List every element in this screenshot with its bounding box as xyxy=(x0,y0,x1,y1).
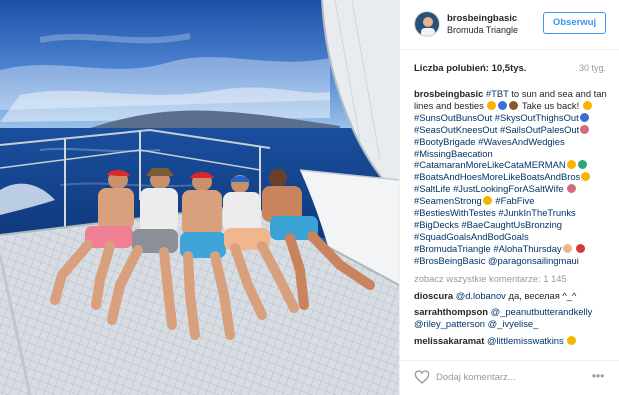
author-username[interactable]: brosbeingbasic xyxy=(447,13,517,24)
hashtag-link[interactable]: #SeamenStrong xyxy=(414,195,482,206)
heart-icon[interactable] xyxy=(414,369,430,385)
mention-link[interactable]: @_peanutbutterandkelly xyxy=(491,306,593,317)
comments-list[interactable]: brosbeingbasic #TBT to sun and sea and t… xyxy=(414,88,608,354)
hashtag-link[interactable]: #SaltLife xyxy=(414,183,450,194)
comment-author[interactable]: melissakaramat xyxy=(414,335,484,346)
emoji-icon xyxy=(567,184,577,194)
post-location[interactable]: Bromuda Triangle xyxy=(447,25,518,35)
hashtag-link[interactable]: #SeasOutKneesOut xyxy=(414,124,497,135)
emoji-icon xyxy=(562,243,572,253)
emoji-icon xyxy=(576,243,586,253)
mention-link[interactable]: @paragonsailingmaui xyxy=(488,255,579,266)
comment-author[interactable]: dioscura xyxy=(414,290,453,301)
emoji-icon xyxy=(566,160,576,170)
post-caption: brosbeingbasic #TBT to sun and sea and t… xyxy=(414,88,608,267)
hashtag-link[interactable]: #MissingBaecation xyxy=(414,148,493,159)
emoji-icon xyxy=(567,336,577,346)
hashtag-link[interactable]: #SquadGoalsAndBodGoals xyxy=(414,231,529,242)
emoji-icon xyxy=(498,100,508,110)
emoji-icon xyxy=(579,112,589,122)
hashtag-link[interactable]: #BestiesWithTestes xyxy=(414,207,496,218)
caption-author[interactable]: brosbeingbasic xyxy=(414,88,483,99)
mention-link[interactable]: @d.lobanov xyxy=(456,290,506,301)
hashtag-link[interactable]: #WavesAndWedgies xyxy=(478,136,565,147)
hashtag-link[interactable]: #JunkInTheTrunks xyxy=(498,207,575,218)
comment-text: @d.lobanov да, веселая ^_^ xyxy=(455,289,577,301)
emoji-icon xyxy=(582,100,592,110)
hashtag-link[interactable]: #BromudaTriangle xyxy=(414,243,491,254)
hashtag-link[interactable]: #BaeCaughtUsBronzing xyxy=(461,219,562,230)
post-header: brosbeingbasic Bromuda Triangle Obserwuj xyxy=(400,0,619,50)
hashtag-link[interactable]: #TBT xyxy=(486,88,509,99)
view-all-comments-link[interactable]: zobacz wszystkie komentarze: 1 145 xyxy=(414,273,608,285)
emoji-icon xyxy=(487,100,497,110)
likes-count[interactable]: Liczba polubień: 10,5tys. xyxy=(414,63,526,74)
avatar[interactable] xyxy=(414,11,440,37)
more-options-icon[interactable]: ••• xyxy=(590,369,606,385)
hashtag-link[interactable]: #BootyBrigade xyxy=(414,136,476,147)
mention-link[interactable]: @_ivyelise_ xyxy=(488,318,539,329)
post-meta: Liczba polubień: 10,5tys. 30 tyg. xyxy=(414,63,606,77)
comment-item: dioscura @d.lobanov да, веселая ^_^ xyxy=(414,290,608,302)
hashtag-link[interactable]: #SunsOutBunsOut xyxy=(414,112,492,123)
post-time[interactable]: 30 tyg. xyxy=(579,63,606,73)
emoji-icon xyxy=(509,100,519,110)
instagram-post: brosbeingbasic Bromuda Triangle Obserwuj… xyxy=(0,0,619,395)
emoji-icon xyxy=(581,172,591,182)
post-photo[interactable] xyxy=(0,0,399,395)
mention-link[interactable]: @riley_patterson xyxy=(414,318,485,329)
emoji-icon xyxy=(482,196,492,206)
hashtag-link[interactable]: #AlohaThursday xyxy=(493,243,561,254)
emoji-icon xyxy=(577,160,587,170)
hashtag-link[interactable]: #JustLookingForASaltWife xyxy=(453,183,563,194)
hashtag-link[interactable]: #CatamaranMoreLikeCataMERMAN xyxy=(414,159,566,170)
hashtag-link[interactable]: #BigDecks xyxy=(414,219,459,230)
hashtag-link[interactable]: #SkysOutThighsOut xyxy=(495,112,579,123)
follow-button[interactable]: Obserwuj xyxy=(543,12,606,34)
comment-text: @littlemisswatkins xyxy=(487,335,577,346)
hashtag-link[interactable]: #BrosBeingBasic xyxy=(414,255,485,266)
caption-text: #TBT to sun and sea and tan lines and be… xyxy=(414,88,607,266)
post-side-panel: brosbeingbasic Bromuda Triangle Obserwuj… xyxy=(399,0,619,395)
hashtag-link[interactable]: #BoatsAndHoesMoreLikeBoatsAndBros xyxy=(414,171,580,182)
emoji-icon xyxy=(580,124,590,134)
comment-item: melissakaramat @littlemisswatkins xyxy=(414,335,608,347)
mention-link[interactable]: @littlemisswatkins xyxy=(487,335,564,346)
comment-input[interactable] xyxy=(436,369,586,385)
comment-composer: ••• xyxy=(400,360,619,395)
comment-author[interactable]: sarrahthompson xyxy=(414,306,488,317)
hashtag-link[interactable]: #FabFive xyxy=(495,195,534,206)
hashtag-link[interactable]: #SailsOutPalesOut xyxy=(500,124,579,135)
comment-item: sarrahthompson @_peanutbutterandkelly @r… xyxy=(414,306,608,330)
